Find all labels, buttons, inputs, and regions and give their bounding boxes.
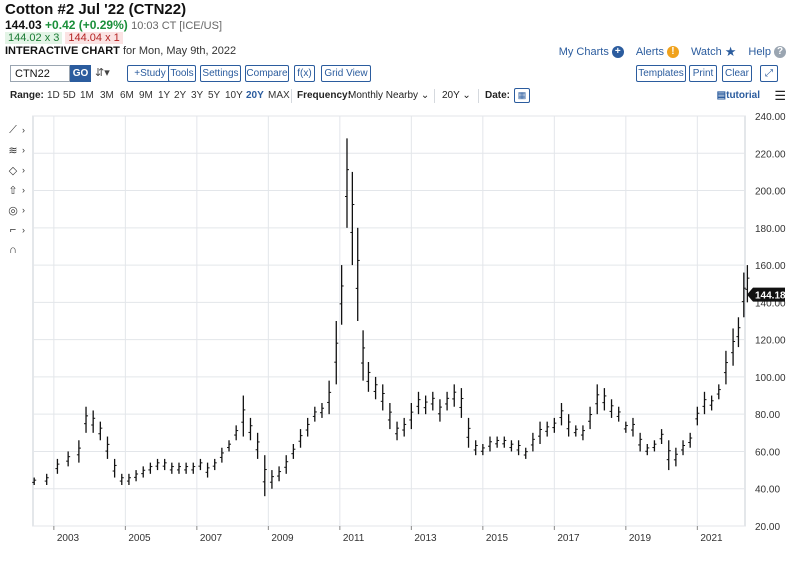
y-tick-label: 80.00 bbox=[755, 410, 780, 421]
y-tick-label: 160.00 bbox=[755, 261, 786, 272]
range-1y[interactable]: 1Y bbox=[158, 90, 170, 101]
range-10y[interactable]: 10Y bbox=[225, 90, 243, 101]
range-1d[interactable]: 1D bbox=[47, 90, 60, 101]
range-5y[interactable]: 5Y bbox=[208, 90, 220, 101]
grid-view-button[interactable]: Grid View bbox=[321, 65, 371, 82]
last-price: 144.03 bbox=[5, 18, 42, 32]
range-2y[interactable]: 2Y bbox=[174, 90, 186, 101]
price-chart[interactable]: 20.0040.0060.0080.00100.00120.00140.0016… bbox=[0, 112, 800, 564]
frequency-label: Frequency: bbox=[297, 90, 351, 101]
x-tick-label: 2015 bbox=[486, 533, 509, 544]
interactive-chart-label: INTERACTIVE CHART for Mon, May 9th, 2022 bbox=[5, 45, 236, 57]
period-select[interactable]: 20Y ⌄ bbox=[442, 90, 471, 101]
x-tick-label: 2021 bbox=[700, 533, 723, 544]
study-button[interactable]: +Study bbox=[127, 65, 173, 82]
tutorial-link[interactable]: ▤tutorial bbox=[717, 90, 760, 101]
ohlc-bar bbox=[745, 265, 750, 303]
range-label: Range: bbox=[10, 90, 44, 101]
my-charts-link[interactable]: My Charts + bbox=[559, 44, 624, 60]
range-separator bbox=[478, 89, 479, 103]
x-tick-label: 2011 bbox=[343, 533, 365, 544]
menu-icon[interactable]: ☰ bbox=[774, 88, 786, 104]
range-3m[interactable]: 3M bbox=[100, 90, 114, 101]
range-1m[interactable]: 1M bbox=[80, 90, 94, 101]
print-button[interactable]: Print bbox=[689, 65, 717, 82]
x-tick-label: 2019 bbox=[629, 533, 652, 544]
range-5d[interactable]: 5D bbox=[63, 90, 76, 101]
last-price-label: 144.18 bbox=[755, 291, 786, 302]
top-links: My Charts + Alerts! Watch ★ Help? bbox=[559, 44, 786, 60]
range-6m[interactable]: 6M bbox=[120, 90, 134, 101]
y-tick-label: 240.00 bbox=[755, 112, 786, 123]
calendar-icon[interactable]: ▦ bbox=[514, 88, 530, 103]
bid-value: 144.02 x 3 bbox=[5, 32, 63, 44]
y-tick-label: 20.00 bbox=[755, 522, 780, 533]
help-icon: ? bbox=[774, 46, 786, 58]
settings-button[interactable]: Settings bbox=[200, 65, 241, 82]
instrument-title: Cotton #2 Jul '22 (CTN22) bbox=[5, 1, 187, 18]
plot-area bbox=[32, 115, 746, 527]
quote-time: 10:03 CT [ICE/US] bbox=[131, 20, 223, 32]
range-bar: Range: 1D 5D 1M 3M 6M 9M 1Y 2Y 3Y 5Y 10Y… bbox=[10, 88, 790, 104]
x-tick-label: 2007 bbox=[200, 533, 223, 544]
bar-type-dropdown[interactable]: ⇵▾ bbox=[95, 65, 110, 82]
y-tick-label: 200.00 bbox=[755, 187, 786, 198]
compare-button[interactable]: Compare bbox=[245, 65, 289, 82]
watch-link[interactable]: Watch ★ bbox=[691, 44, 736, 60]
go-button[interactable]: GO bbox=[70, 65, 91, 82]
expand-button[interactable]: ⤢ bbox=[760, 65, 778, 82]
x-tick-label: 2013 bbox=[414, 533, 437, 544]
x-tick-label: 2003 bbox=[57, 533, 80, 544]
help-link[interactable]: Help? bbox=[748, 44, 786, 60]
chart-date: for Mon, May 9th, 2022 bbox=[122, 45, 237, 57]
range-separator bbox=[291, 89, 292, 103]
price-change: +0.42 (+0.29%) bbox=[45, 18, 128, 32]
alert-icon: ! bbox=[666, 46, 679, 58]
templates-button[interactable]: Templates bbox=[636, 65, 686, 82]
range-9m[interactable]: 9M bbox=[139, 90, 153, 101]
y-tick-label: 180.00 bbox=[755, 224, 786, 235]
x-tick-label: 2009 bbox=[271, 533, 294, 544]
range-separator bbox=[434, 89, 435, 103]
plus-icon: + bbox=[611, 46, 624, 58]
chart-toolbar: GO ⇵▾ +Study Tools Settings Compare f(x)… bbox=[10, 65, 790, 83]
chevron-down-icon: ⌄ bbox=[462, 90, 471, 101]
tools-button[interactable]: Tools bbox=[168, 65, 196, 82]
x-tick-label: 2005 bbox=[128, 533, 151, 544]
symbol-input[interactable] bbox=[10, 65, 70, 82]
ask-value: 144.04 x 1 bbox=[65, 32, 123, 44]
clear-button[interactable]: Clear bbox=[722, 65, 752, 82]
y-tick-label: 120.00 bbox=[755, 336, 786, 347]
chart-label: INTERACTIVE CHART bbox=[5, 45, 120, 57]
range-3y[interactable]: 3Y bbox=[191, 90, 203, 101]
y-tick-label: 60.00 bbox=[755, 447, 780, 458]
alerts-link[interactable]: Alerts! bbox=[636, 44, 679, 60]
y-tick-label: 220.00 bbox=[755, 149, 786, 160]
range-20y[interactable]: 20Y bbox=[246, 90, 264, 101]
bid-ask: 144.02 x 3 144.04 x 1 bbox=[5, 32, 123, 44]
quote-line: 144.03 +0.42 (+0.29%) 10:03 CT [ICE/US] bbox=[5, 18, 222, 32]
range-max[interactable]: MAX bbox=[268, 90, 290, 101]
star-icon: ★ bbox=[724, 44, 737, 59]
fx-button[interactable]: f(x) bbox=[294, 65, 315, 82]
date-label: Date: bbox=[485, 90, 511, 101]
y-tick-label: 40.00 bbox=[755, 485, 780, 496]
x-tick-label: 2017 bbox=[557, 533, 580, 544]
frequency-select[interactable]: Monthly Nearby ⌄ bbox=[348, 90, 429, 101]
y-tick-label: 100.00 bbox=[755, 373, 786, 384]
chevron-down-icon: ⌄ bbox=[420, 90, 430, 101]
